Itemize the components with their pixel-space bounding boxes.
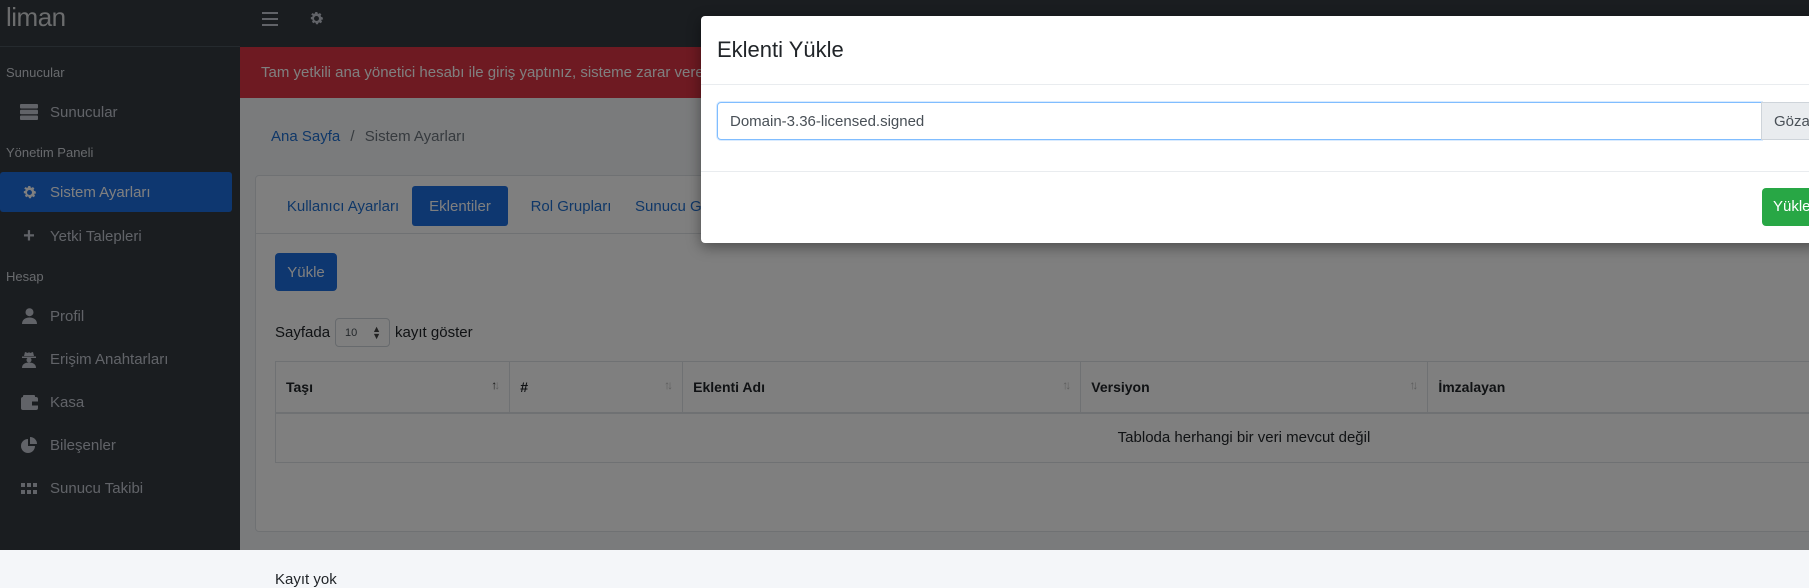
upload-extension-modal: Eklenti Yükle Domain-3.36-licensed.signe… (701, 16, 1809, 243)
modal-submit-button[interactable]: Yükle (1762, 188, 1809, 226)
modal-footer-divider (701, 171, 1809, 172)
file-input[interactable]: Domain-3.36-licensed.signed (717, 102, 1762, 140)
modal-header: Eklenti Yükle (701, 16, 1809, 85)
browse-button[interactable]: Gözat (1761, 102, 1809, 140)
table-info: Kayıt yok (275, 571, 337, 588)
modal-title: Eklenti Yükle (717, 37, 844, 63)
